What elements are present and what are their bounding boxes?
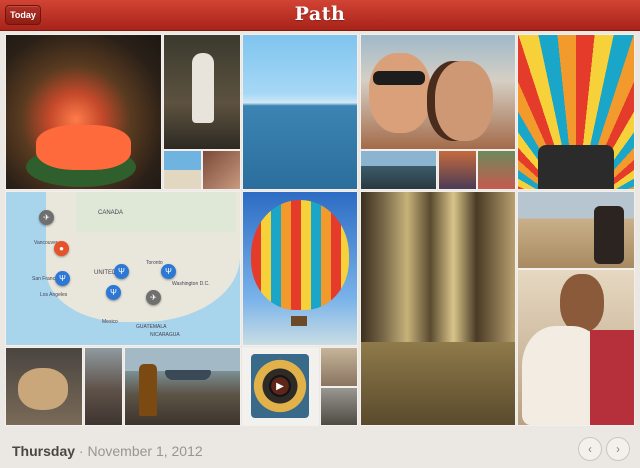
app-logo: Path [294,3,346,25]
map-label-toronto: Toronto [146,260,163,266]
location-pin-icon[interactable]: ● [54,241,69,256]
photo-beer-beach[interactable] [125,348,240,425]
puppy-body [18,368,68,410]
man-face [369,53,431,133]
beer-bottle [139,364,157,416]
photo-horse-riders[interactable] [518,192,634,268]
photo-man-bulldog[interactable] [518,270,634,425]
girl-figure [192,53,214,123]
photo-beach-small[interactable] [164,151,201,189]
photo-hot-air-balloon[interactable] [243,192,357,345]
photo-food-plate[interactable] [6,35,161,189]
play-icon[interactable]: ▶ [269,375,291,397]
date-text: November 1, 2012 [87,443,203,459]
photo-building[interactable] [85,348,122,425]
balloon-basket [291,316,307,326]
meal-pin-icon[interactable]: Ψ [114,264,129,279]
chevron-left-icon: ‹ [588,442,592,456]
horse-rider [594,206,624,264]
chevron-right-icon: › [616,442,620,456]
airplane-pin-icon[interactable]: ✈ [146,290,161,305]
man-head [560,274,604,332]
boat [165,370,211,380]
woman-face [435,61,493,141]
video-album-cover[interactable]: ▶ [243,348,318,425]
meal-pin-icon[interactable]: Ψ [161,264,176,279]
photo-forest-path[interactable] [361,192,515,425]
airplane-pin-icon[interactable]: ✈ [39,210,54,225]
map-label-los-angeles: Los Angeles [40,292,68,298]
photo-sunset-small[interactable] [439,151,476,189]
map-tile[interactable]: CANADA UNITED Washington D.C. Toronto Sa… [6,192,240,345]
map-label-washington: Washington D.C. [172,281,210,287]
map-label-united: UNITED [94,270,117,276]
photo-ocean-horizon[interactable] [243,35,357,189]
photo-sidewalk-small[interactable] [321,388,357,425]
balloon-envelope [251,200,349,310]
salmon-bite [36,125,131,170]
basket-view [538,145,614,189]
date-label: Thursday · November 1, 2012 [12,443,203,459]
footer: Thursday · November 1, 2012 [0,432,640,468]
photo-house-small[interactable] [321,348,357,386]
day-name: Thursday [12,443,76,459]
next-day-button[interactable]: › [606,437,630,461]
map-label-canada: CANADA [98,210,124,216]
meal-pin-icon[interactable]: Ψ [55,271,70,286]
photo-couple-selfie[interactable] [361,35,515,149]
map-label-guatemala: GUATEMALA [136,324,167,330]
photo-lake-small[interactable] [361,151,436,189]
date-separator: · [78,443,84,459]
map-label-nicaragua: NICARAGUA [150,332,180,338]
red-shirt [590,330,634,425]
photo-girl-sunglasses[interactable] [164,35,240,149]
sunglasses [373,71,425,85]
photo-people-small[interactable] [203,151,240,189]
photo-puppy[interactable] [6,348,82,425]
photo-balloon-closeup[interactable] [518,35,634,189]
meal-pin-icon[interactable]: Ψ [106,285,121,300]
forest-ground [361,342,515,425]
photo-group-small[interactable] [478,151,515,189]
top-bar: Today Path [0,0,640,31]
previous-day-button[interactable]: ‹ [578,437,602,461]
map-label-mexico: Mexico [102,319,118,325]
